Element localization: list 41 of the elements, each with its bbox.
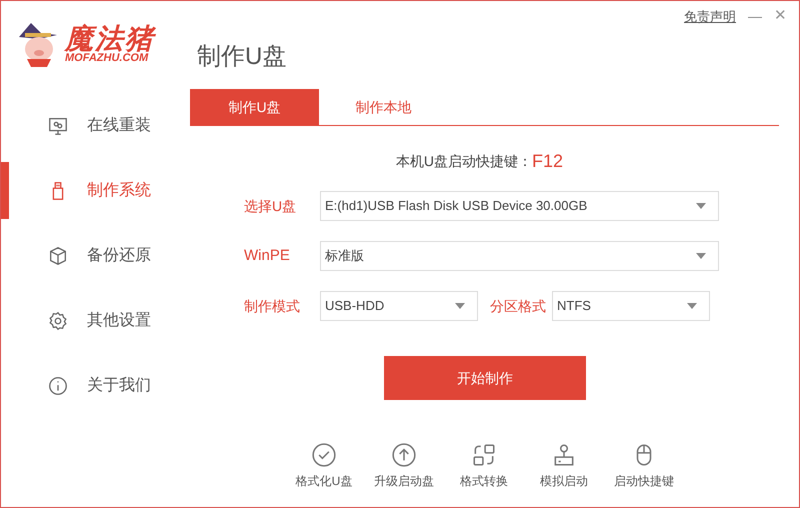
caret-icon	[696, 203, 706, 209]
sidebar-item[interactable]: 制作系统	[1, 162, 190, 219]
convert-icon	[471, 442, 497, 468]
sidebar-item[interactable]: 关于我们	[1, 357, 190, 414]
caret-icon	[455, 303, 465, 309]
form-label: 选择U盘	[244, 196, 298, 216]
sidebar-item[interactable]: 备份还原	[1, 227, 190, 284]
tool-button[interactable]: 格式化U盘	[286, 442, 362, 490]
form-label: 分区格式	[489, 296, 547, 316]
tool-button[interactable]: 升级启动盘	[366, 442, 442, 490]
dropdown[interactable]: E:(hd1)USB Flash Disk USB Device 30.00GB	[320, 191, 719, 221]
minimize-button[interactable]: —	[748, 6, 762, 27]
disclaimer-link[interactable]: 免责声明	[684, 6, 736, 26]
dropdown-value: E:(hd1)USB Flash Disk USB Device 30.00GB	[325, 197, 588, 216]
up-arrow-circle-icon	[391, 442, 417, 468]
hotkey-label: 本机U盘启动快捷键：	[396, 152, 532, 171]
dropdown-value: 标准版	[325, 247, 364, 266]
cube-icon	[47, 244, 69, 266]
dropdown[interactable]: USB-HDD	[320, 291, 478, 321]
dropdown-value: NTFS	[557, 297, 591, 316]
start-button[interactable]: 开始制作	[384, 356, 586, 400]
sidebar-item[interactable]: 其他设置	[1, 292, 190, 349]
hotkey-value: F12	[532, 150, 564, 173]
sidebar-item[interactable]: 在线重装	[1, 97, 190, 154]
caret-icon	[687, 303, 697, 309]
logo-name: 魔法猪	[65, 24, 155, 52]
tab[interactable]: 制作U盘	[190, 89, 319, 125]
dropdown[interactable]: NTFS	[552, 291, 710, 321]
info-icon	[47, 374, 69, 396]
window-title: 制作U盘	[197, 42, 286, 72]
logo-domain: MOFAZHU.COM	[65, 52, 148, 64]
form-label: WinPE	[244, 246, 291, 266]
tool-button[interactable]: 模拟启动	[526, 442, 602, 490]
tool-button[interactable]: 启动快捷键	[606, 442, 682, 490]
dropdown-value: USB-HDD	[325, 297, 384, 316]
caret-icon	[696, 253, 706, 259]
dropdown[interactable]: 标准版	[320, 241, 719, 271]
form-label: 制作模式	[244, 296, 301, 316]
check-circle-icon	[311, 442, 337, 468]
settings-icon	[47, 310, 69, 332]
tool-button[interactable]: 格式转换	[446, 442, 522, 490]
